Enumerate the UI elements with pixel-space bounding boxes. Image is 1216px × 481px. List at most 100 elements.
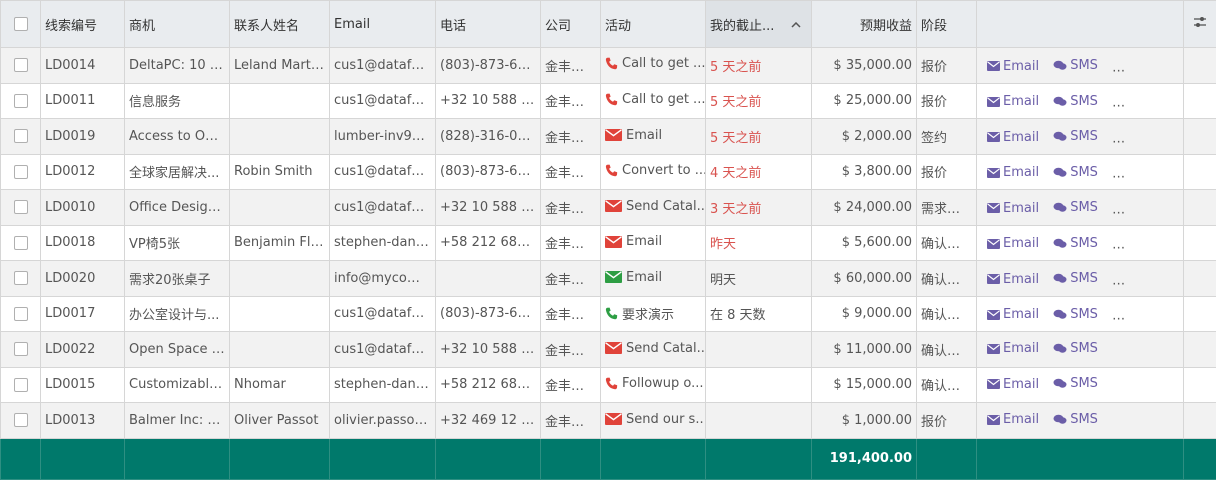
email-button[interactable]: Email <box>987 236 1039 251</box>
checkbox-box[interactable] <box>13 58 28 73</box>
table-row[interactable]: LD0019 Access to Onli... lumber-inv92...… <box>0 118 1216 155</box>
row-select-checkbox[interactable] <box>0 82 41 119</box>
snooze-7-days-button[interactable]: 延后7天 <box>1112 56 1175 75</box>
table-row[interactable]: LD0010 Office Design ... cus1@datafant..… <box>0 189 1216 226</box>
sms-button[interactable]: SMS <box>1053 165 1098 180</box>
col-phone[interactable]: 电话 <box>435 0 541 48</box>
email-button[interactable]: Email <box>987 130 1039 145</box>
sms-button[interactable]: SMS <box>1053 271 1098 286</box>
col-stage[interactable]: 阶段 <box>916 0 977 48</box>
table-row[interactable]: LD0013 Balmer Inc: Pot... Oliver Passot … <box>0 402 1216 439</box>
email-button[interactable]: Email <box>987 412 1039 427</box>
sms-button[interactable]: SMS <box>1053 341 1098 356</box>
sms-button[interactable]: SMS <box>1053 376 1098 391</box>
sms-button[interactable]: SMS <box>1053 58 1098 73</box>
activity-cell[interactable]: Call to get ... <box>600 82 706 119</box>
table-row[interactable]: LD0015 Customizable ... Nhomar stephen-d… <box>0 366 1216 403</box>
activity-widget[interactable]: Send Catal... <box>605 199 705 214</box>
activity-widget[interactable]: Send our s... <box>605 412 705 427</box>
row-select-checkbox[interactable] <box>0 331 41 368</box>
row-select-checkbox[interactable] <box>0 402 41 439</box>
activity-widget[interactable]: 要求演示 <box>605 304 674 323</box>
email-button[interactable]: Email <box>987 377 1039 392</box>
email-button[interactable]: Email <box>987 59 1039 74</box>
table-row[interactable]: LD0014 DeltaPC: 10 Co... Leland Martinez… <box>0 47 1216 84</box>
activity-cell[interactable]: Followup o... <box>600 366 706 403</box>
email-button[interactable]: Email <box>987 201 1039 216</box>
checkbox-box[interactable] <box>13 235 28 250</box>
snooze-7-days-button[interactable]: 延后7天 <box>1112 304 1175 323</box>
sms-button[interactable]: SMS <box>1053 129 1098 144</box>
row-select-checkbox[interactable] <box>0 189 41 226</box>
col-activity[interactable]: 活动 <box>600 0 706 48</box>
sms-button[interactable]: SMS <box>1053 200 1098 215</box>
table-row[interactable]: LD0020 需求20张桌子 info@mycomp... 金丰手袋 Email… <box>0 260 1216 297</box>
sms-button[interactable]: SMS <box>1053 94 1098 109</box>
table-row[interactable]: LD0017 办公室设计与... cus1@datafant... (803)-… <box>0 295 1216 332</box>
snooze-7-days-button[interactable]: 延后7天 <box>1112 162 1175 181</box>
activity-cell[interactable]: Send Catal... <box>600 189 706 226</box>
phone-icon <box>605 307 618 320</box>
row-select-checkbox[interactable] <box>0 118 41 155</box>
checkbox-box[interactable] <box>13 342 28 357</box>
activity-cell[interactable]: Email <box>600 260 706 297</box>
table-row[interactable]: LD0018 VP椅5张 Benjamin Flores stephen-dan… <box>0 224 1216 261</box>
activity-widget[interactable]: Send Catal... <box>605 341 705 356</box>
sms-button[interactable]: SMS <box>1053 307 1098 322</box>
row-select-checkbox[interactable] <box>0 224 41 261</box>
activity-widget[interactable]: Followup o... <box>605 376 704 391</box>
activity-widget[interactable]: Email <box>605 270 662 285</box>
checkbox-box[interactable] <box>13 306 28 321</box>
email-button[interactable]: Email <box>987 272 1039 287</box>
activity-cell[interactable]: Send our s... <box>600 402 706 439</box>
row-select-checkbox[interactable] <box>0 260 41 297</box>
activity-cell[interactable]: Send Catal... <box>600 331 706 368</box>
col-company[interactable]: 公司 <box>540 0 601 48</box>
activity-cell[interactable]: Call to get ... <box>600 47 706 84</box>
table-row[interactable]: LD0012 全球家居解决... Robin Smith cus1@datafa… <box>0 153 1216 190</box>
activity-widget[interactable]: Email <box>605 128 662 143</box>
column-settings-button[interactable] <box>1183 0 1216 48</box>
activity-cell[interactable]: Convert to ... <box>600 153 706 190</box>
activity-widget[interactable]: Email <box>605 234 662 249</box>
snooze-7-days-button[interactable]: 延后7天 <box>1112 91 1175 110</box>
col-expected-revenue[interactable]: 预期收益 <box>811 0 917 48</box>
col-lead-id[interactable]: 线索编号 <box>40 0 125 48</box>
checkbox-box[interactable] <box>13 200 28 215</box>
checkbox-box[interactable] <box>13 129 28 144</box>
row-select-checkbox[interactable] <box>0 153 41 190</box>
snooze-7-days-button[interactable]: 延后7天 <box>1112 198 1175 217</box>
row-select-checkbox[interactable] <box>0 47 41 84</box>
table-row[interactable]: LD0022 Open Space D... cus1@datafant... … <box>0 331 1216 368</box>
checkbox-box[interactable] <box>13 17 28 31</box>
checkbox-box[interactable] <box>13 377 28 392</box>
activity-widget[interactable]: Call to get ... <box>605 92 705 107</box>
col-my-deadline[interactable]: 我的截止... <box>705 0 812 48</box>
col-opportunity[interactable]: 商机 <box>124 0 230 48</box>
activity-cell[interactable]: Email <box>600 224 706 261</box>
sliders-icon[interactable] <box>1193 16 1207 28</box>
checkbox-box[interactable] <box>13 271 28 286</box>
activity-cell[interactable]: Email <box>600 118 706 155</box>
select-all-checkbox[interactable] <box>0 0 41 48</box>
table-row[interactable]: LD0011 信息服务 cus1@datafant... +32 10 588 … <box>0 82 1216 119</box>
checkbox-box[interactable] <box>13 93 28 108</box>
checkbox-box[interactable] <box>13 413 28 428</box>
row-select-checkbox[interactable] <box>0 295 41 332</box>
activity-cell[interactable]: 要求演示 <box>600 295 706 332</box>
email-button[interactable]: Email <box>987 307 1039 322</box>
col-contact-name[interactable]: 联系人姓名 <box>229 0 330 48</box>
email-button[interactable]: Email <box>987 341 1039 356</box>
email-button[interactable]: Email <box>987 94 1039 109</box>
row-select-checkbox[interactable] <box>0 366 41 403</box>
col-email[interactable]: Email <box>329 0 436 48</box>
sms-button[interactable]: SMS <box>1053 236 1098 251</box>
sms-button[interactable]: SMS <box>1053 412 1098 427</box>
activity-widget[interactable]: Call to get ... <box>605 56 705 71</box>
snooze-7-days-button[interactable]: 延后7天 <box>1112 233 1175 252</box>
snooze-7-days-button[interactable]: 延后7天 <box>1112 127 1175 146</box>
email-button[interactable]: Email <box>987 165 1039 180</box>
checkbox-box[interactable] <box>13 164 28 179</box>
activity-widget[interactable]: Convert to ... <box>605 163 705 178</box>
snooze-7-days-button[interactable]: 延后7天 <box>1112 269 1175 288</box>
